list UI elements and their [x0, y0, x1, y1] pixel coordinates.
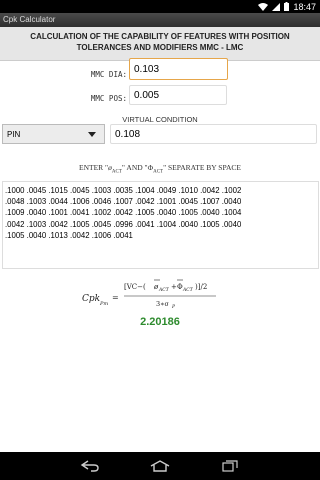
mmc-dia-label: MMC DIA: — [90, 70, 127, 79]
status-icons: 18:47 — [258, 0, 316, 13]
app-title-bar: Cpk Calculator — [0, 13, 320, 27]
mmc-pos-input[interactable]: 0.005 — [129, 85, 227, 105]
select-value: PIN — [7, 129, 21, 139]
measurements-textarea[interactable]: .1000 .0045 .1015 .0045 .1003 .0035 .100… — [2, 181, 319, 269]
mmc-pos-label: MMC POS: — [90, 94, 127, 103]
virtual-condition-label: VIRTUAL CONDITION — [122, 115, 198, 124]
svg-text:ACT: ACT — [158, 287, 170, 293]
main-content: CALCULATION OF THE CAPABILITY OF FEATURE… — [0, 27, 320, 452]
data-entry-label: ENTER "øACT" AND "ΦACT" SEPARATE BY SPAC… — [79, 163, 241, 175]
status-time: 18:47 — [293, 1, 316, 12]
cpk-formula: Cpk Pm = [VC−( ø ACT + Φ ACT )]/2 3∗σ P — [82, 279, 216, 310]
chevron-down-icon — [88, 132, 96, 137]
page-heading: CALCULATION OF THE CAPABILITY OF FEATURE… — [0, 27, 320, 61]
signal-icon — [272, 2, 281, 11]
pin-hole-select[interactable]: PIN — [2, 124, 105, 144]
navigation-bar — [0, 452, 320, 480]
back-icon[interactable] — [75, 458, 105, 474]
data-line: .1005 .0040 .1013 .0042 .1006 .0041 — [5, 230, 133, 240]
formula-denominator: 3∗σ — [156, 300, 170, 308]
recents-icon[interactable] — [215, 458, 245, 474]
app-title: Cpk Calculator — [3, 15, 56, 24]
svg-text:[VC−(: [VC−( — [124, 283, 146, 291]
formula-lhs: Cpk — [82, 294, 100, 304]
data-line: .1000 .0045 .1015 .0045 .1003 .0035 .100… — [5, 186, 242, 195]
svg-text:)]/2: )]/2 — [195, 283, 207, 291]
mmc-dia-input[interactable]: 0.103 — [129, 58, 228, 80]
formula-numerator: [VC−( ø ACT + Φ ACT )]/2 — [124, 279, 207, 293]
data-line: .0048 .1003 .0044 .1006 .0046 .1007 .004… — [5, 197, 242, 207]
cpk-result: 2.20186 — [140, 316, 180, 328]
formula-lhs-sub: Pm — [99, 301, 108, 307]
battery-icon — [284, 2, 290, 11]
formula-equals: = — [112, 293, 119, 302]
formula-den-sub: P — [171, 304, 176, 310]
wifi-icon — [258, 2, 269, 11]
svg-text:ACT: ACT — [182, 287, 194, 293]
data-line: .0042 .1003 .0042 .1005 .0045 .0996 .004… — [5, 219, 242, 229]
status-bar: 18:47 — [0, 0, 320, 13]
home-icon[interactable] — [145, 458, 175, 474]
virtual-condition-value: 0.108 — [110, 124, 317, 144]
data-line: .1009 .0040 .1001 .0041 .1002 .0042 .100… — [5, 208, 242, 218]
